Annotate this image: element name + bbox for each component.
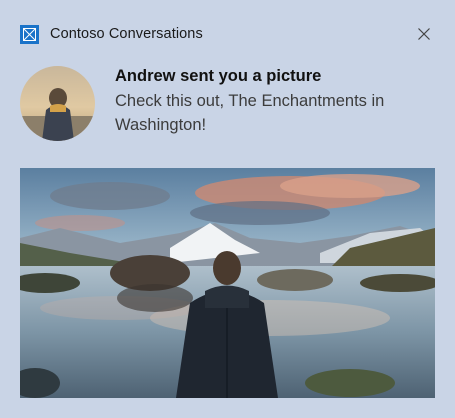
avatar: [20, 66, 95, 141]
notification-body: Check this out, The Enchantments in Wash…: [115, 92, 385, 134]
toast-notification[interactable]: Contoso Conversations Andrew sent you a …: [0, 0, 455, 418]
notification-text: Andrew sent you a picture Check this out…: [115, 66, 435, 137]
notification-title: Andrew sent you a picture: [115, 67, 322, 85]
close-icon: [418, 28, 430, 40]
app-name: Contoso Conversations: [50, 26, 203, 42]
close-button[interactable]: [412, 22, 436, 46]
hero-image[interactable]: [20, 168, 435, 398]
app-logo-icon: [20, 24, 39, 44]
toast-header: Contoso Conversations: [20, 22, 435, 46]
